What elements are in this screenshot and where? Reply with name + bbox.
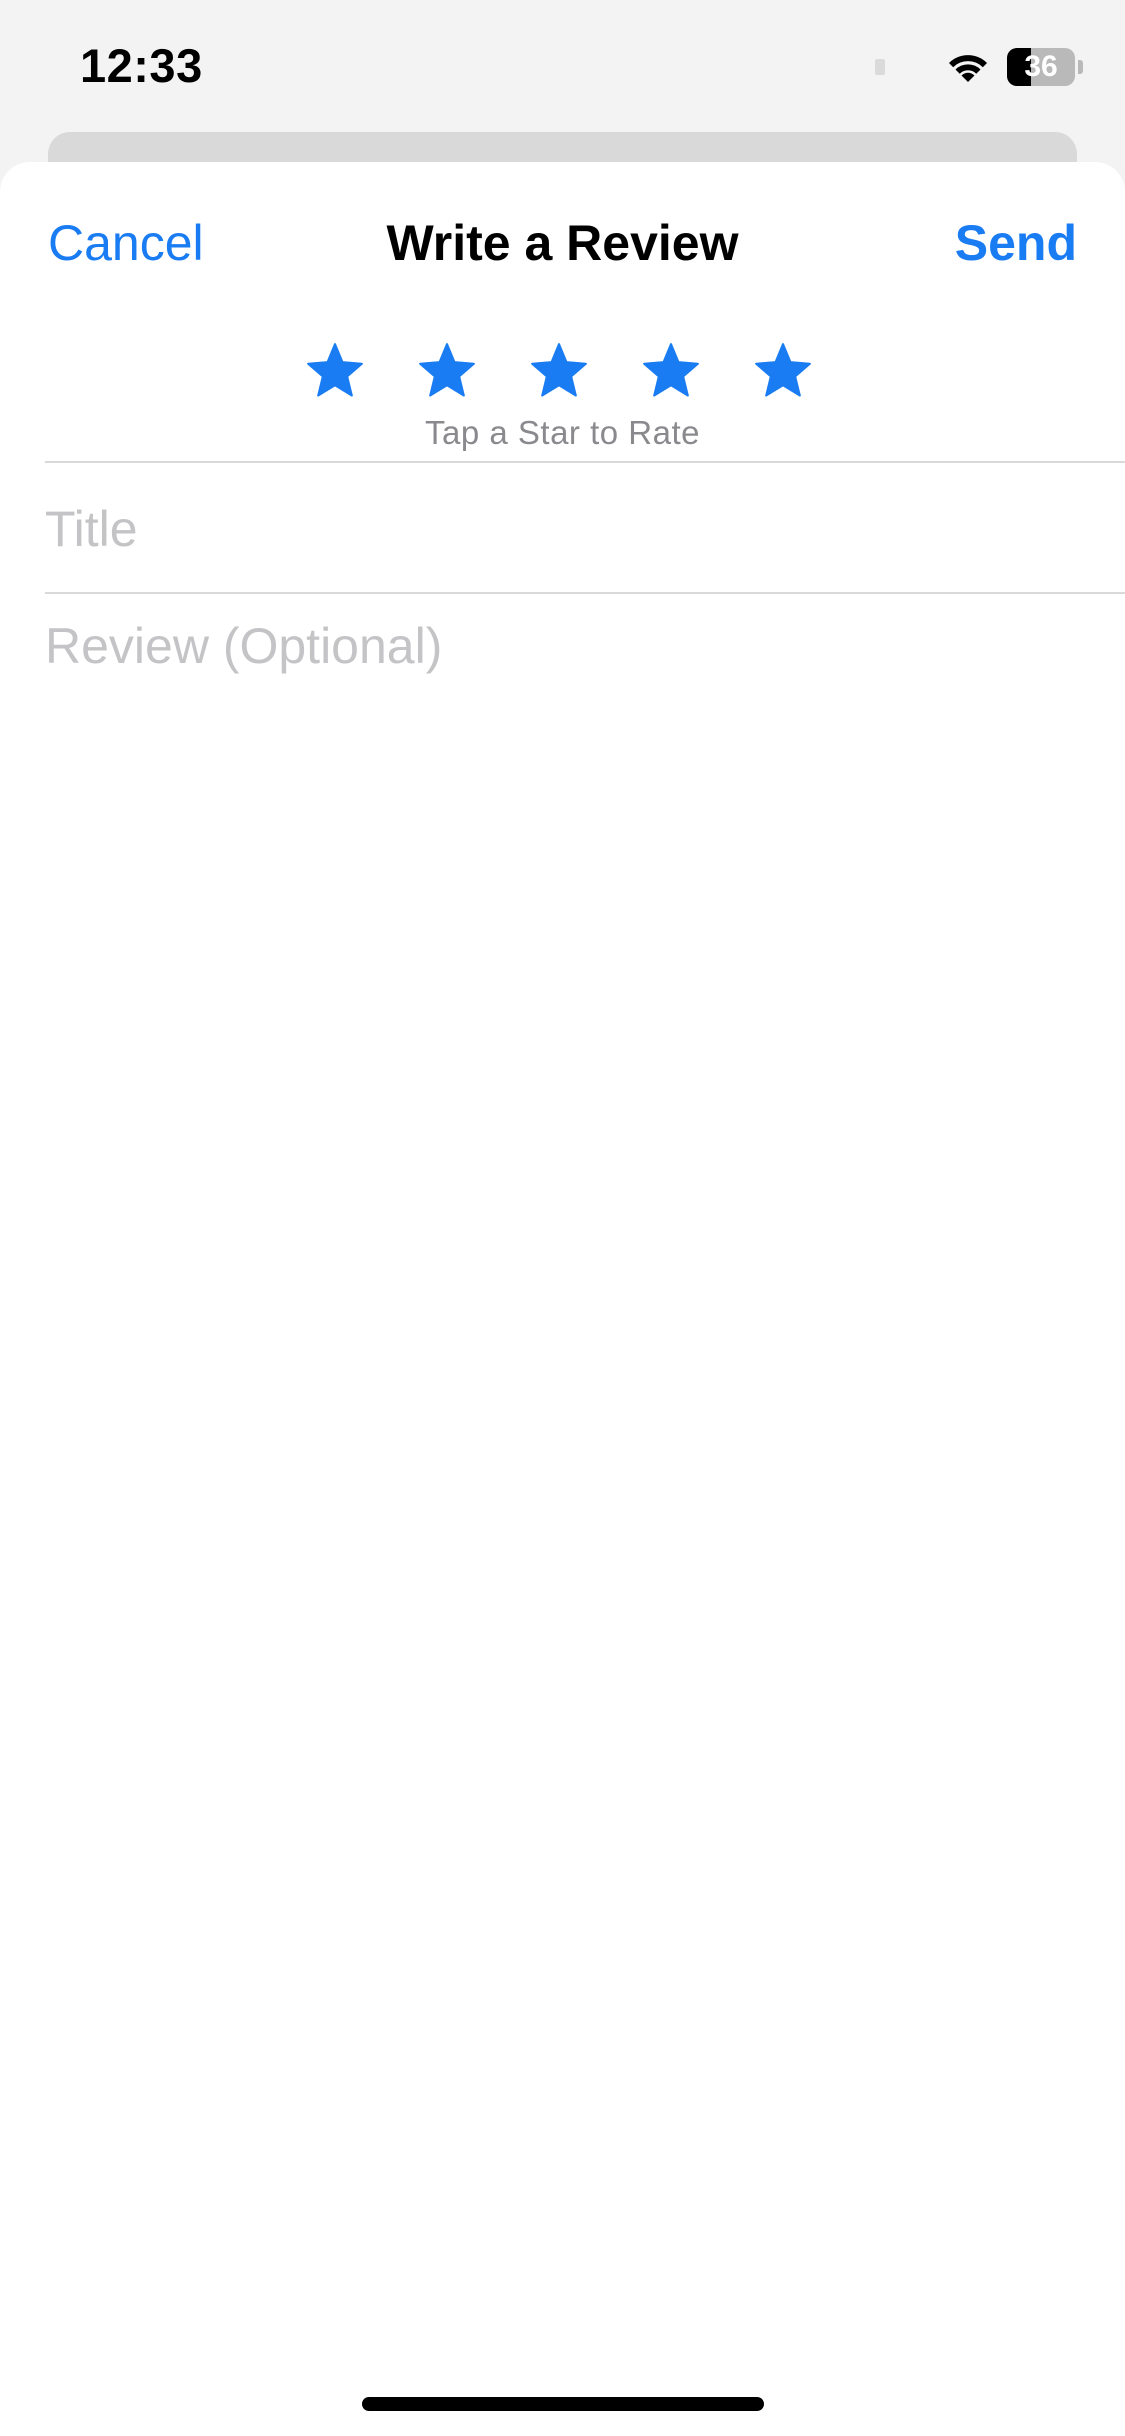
star-icon[interactable] [752, 340, 814, 402]
signal-icon [875, 59, 885, 75]
title-input[interactable] [45, 497, 1085, 561]
divider [45, 592, 1125, 594]
star-icon[interactable] [416, 340, 478, 402]
nav-bar: Cancel Write a Review Send [0, 162, 1125, 332]
status-bar: 12:33 36 [0, 0, 1125, 140]
send-button[interactable]: Send [955, 214, 1077, 272]
battery-cap [1078, 60, 1083, 74]
home-indicator [362, 2397, 764, 2411]
divider [45, 461, 1125, 463]
wifi-icon [945, 50, 991, 84]
rating-hint: Tap a Star to Rate [425, 414, 700, 451]
star-icon[interactable] [304, 340, 366, 402]
star-icon[interactable] [528, 340, 590, 402]
screen: 12:33 36 Cancel Write a Review Send Tap … [0, 0, 1125, 2436]
battery-level: 36 [1024, 50, 1058, 83]
review-sheet: Cancel Write a Review Send Tap a Star to… [0, 162, 1125, 2436]
review-input[interactable] [45, 617, 1085, 1017]
stars-row [304, 340, 814, 402]
status-time: 12:33 [80, 39, 203, 92]
battery-icon: 36 [1007, 48, 1075, 86]
status-icons: 36 [875, 48, 1083, 86]
star-icon[interactable] [640, 340, 702, 402]
